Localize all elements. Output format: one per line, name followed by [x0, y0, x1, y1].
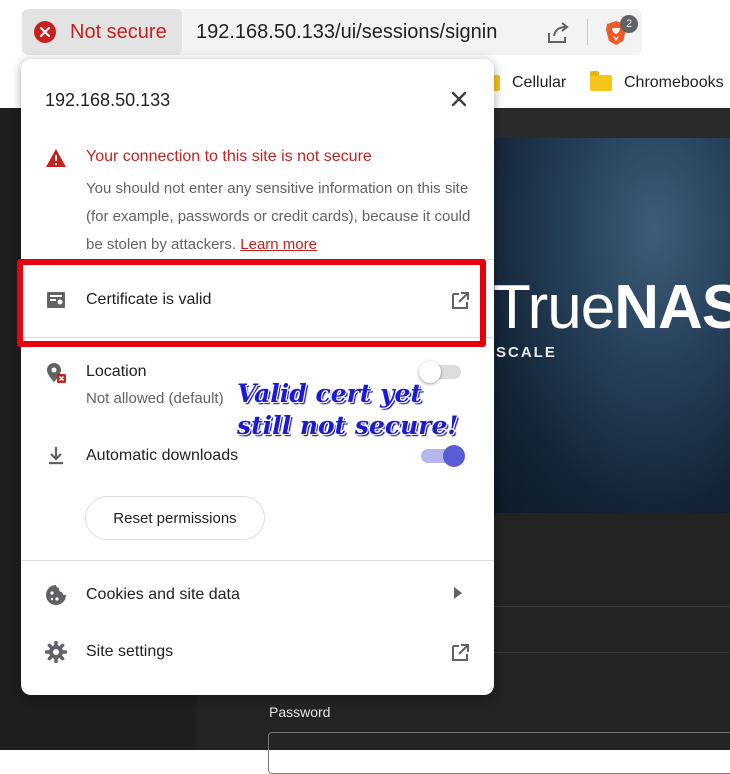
gear-icon: [45, 641, 67, 663]
connection-warning-title: Your connection to this site is not secu…: [86, 148, 372, 165]
automatic-downloads-toggle[interactable]: [419, 445, 465, 467]
location-label: Location: [86, 363, 147, 380]
cookies-label[interactable]: Cookies and site data: [86, 586, 240, 604]
password-label: Password: [269, 704, 331, 720]
folder-icon: [590, 71, 612, 91]
address-bar-url[interactable]: 192.168.50.133/ui/sessions/signin: [196, 21, 497, 44]
truenas-scale-label: SCALE: [496, 344, 557, 361]
location-blocked-icon: [47, 363, 66, 383]
site-settings-label[interactable]: Site settings: [86, 643, 173, 661]
connection-warning-body: You should not enter any sensitive infor…: [86, 180, 471, 253]
divider: [21, 560, 494, 561]
login-divider: [480, 606, 730, 607]
share-icon[interactable]: [545, 20, 571, 46]
warning-icon: [46, 149, 66, 167]
cookie-icon: [46, 585, 66, 605]
browser-toolbar: Not secure 192.168.50.133/ui/sessions/si…: [0, 0, 730, 68]
learn-more-link[interactable]: Learn more: [240, 236, 317, 253]
download-icon: [49, 447, 63, 465]
bookmark-chromebooks[interactable]: Chromebooks: [590, 71, 724, 92]
security-chip-label: Not secure: [70, 20, 167, 43]
chevron-right-icon[interactable]: [454, 587, 462, 599]
popup-host: 192.168.50.133: [45, 90, 171, 110]
automatic-downloads-label: Automatic downloads: [86, 447, 239, 464]
omnibox[interactable]: Not secure 192.168.50.133/ui/sessions/si…: [22, 9, 642, 55]
security-chip[interactable]: Not secure: [22, 9, 182, 55]
location-status: Not allowed (default): [86, 390, 224, 407]
external-link-icon[interactable]: [450, 643, 470, 663]
truenas-logo: TrueNAS: [493, 273, 730, 342]
annotation-callout: Valid cert yet still not secure!: [237, 379, 459, 440]
bookmark-label: Cellular: [512, 74, 567, 91]
annotation-highlight-box: [17, 259, 486, 347]
password-input[interactable]: [268, 732, 730, 774]
site-info-popup: 192.168.50.133 Your connection to this s…: [21, 59, 494, 695]
toolbar-divider: [587, 19, 588, 45]
close-icon[interactable]: [449, 89, 469, 109]
reset-permissions-button[interactable]: Reset permissions: [85, 496, 265, 540]
bookmark-label: Chromebooks: [624, 74, 724, 91]
login-divider: [480, 652, 730, 653]
brave-badge: 2: [620, 15, 638, 33]
not-secure-icon: [34, 21, 56, 43]
